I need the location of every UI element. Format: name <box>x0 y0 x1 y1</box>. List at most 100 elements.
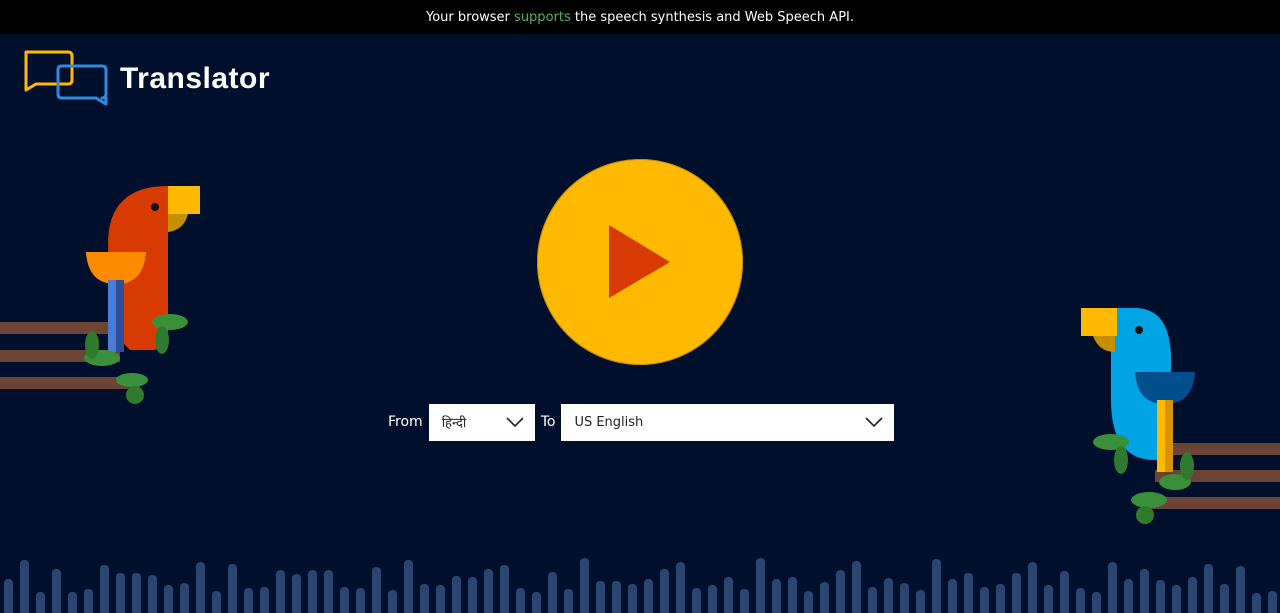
wave-bar <box>1124 579 1133 613</box>
play-button[interactable] <box>537 159 743 365</box>
wave-bar <box>612 581 621 613</box>
wave-bar <box>116 573 125 613</box>
wave-bar <box>420 584 429 613</box>
wave-bar <box>436 585 445 613</box>
wave-bar <box>228 564 237 613</box>
wave-bar <box>868 587 877 613</box>
wave-bar <box>1268 591 1277 613</box>
wave-bar <box>532 592 541 613</box>
wave-bar <box>820 582 829 613</box>
wave-bar <box>372 567 381 613</box>
wave-bar <box>452 576 461 613</box>
blue-parrot-illustration <box>1081 308 1280 524</box>
wave-bar <box>996 584 1005 613</box>
wave-bar <box>1204 564 1213 613</box>
wave-bar <box>100 565 109 613</box>
wave-bar <box>1252 593 1261 613</box>
wave-bar <box>932 559 941 613</box>
chat-bubbles-icon <box>24 50 108 106</box>
wave-bar <box>340 587 349 613</box>
wave-bar <box>148 575 157 613</box>
wave-bar <box>676 562 685 613</box>
app-title: Translator <box>120 62 271 95</box>
banner-suffix: the speech synthesis and Web Speech API. <box>574 9 854 25</box>
wave-bar <box>1156 580 1165 613</box>
wave-bar <box>212 591 221 613</box>
wave-bar <box>132 573 141 613</box>
wave-bar <box>68 592 77 613</box>
wave-bar <box>580 558 589 613</box>
to-label: To <box>540 414 556 430</box>
wave-bar <box>628 584 637 613</box>
wave-bar <box>964 573 973 613</box>
chevron-down-icon <box>506 417 524 428</box>
wave-bar <box>836 570 845 613</box>
wave-bar <box>692 588 701 613</box>
wave-bar <box>52 569 61 613</box>
wave-bar <box>244 588 253 613</box>
wave-bar <box>1188 577 1197 613</box>
from-language-value: हिन्दी <box>441 416 467 431</box>
wave-bar <box>788 577 797 613</box>
wave-bar <box>164 585 173 613</box>
wave-bar <box>724 577 733 613</box>
play-icon <box>609 225 670 298</box>
wave-bar <box>740 589 749 613</box>
red-parrot-illustration <box>0 186 200 404</box>
wave-bar <box>980 587 989 613</box>
wave-bar <box>1012 573 1021 613</box>
wave-bar <box>1044 585 1053 613</box>
wave-bar <box>180 583 189 613</box>
wave-bar <box>708 585 717 613</box>
wave-bar <box>468 577 477 613</box>
wave-bar <box>900 583 909 613</box>
wave-bar <box>500 565 509 613</box>
to-language-value: US English <box>574 414 644 430</box>
wave-bar <box>852 561 861 613</box>
wave-bar <box>916 590 925 613</box>
wave-bar <box>948 579 957 613</box>
wave-bar <box>1172 585 1181 613</box>
support-status: supports <box>514 9 571 25</box>
wave-bar <box>484 569 493 613</box>
wave-bar <box>564 589 573 613</box>
wave-bar <box>660 569 669 613</box>
wave-bar <box>644 579 653 613</box>
language-controls: From हिन्दी To US English <box>388 403 895 441</box>
wave-bar <box>1220 584 1229 613</box>
wave-bar <box>772 579 781 613</box>
wave-bar <box>308 570 317 613</box>
wave-bar <box>1060 571 1069 613</box>
wave-bar <box>1076 588 1085 613</box>
from-label: From <box>388 414 423 430</box>
wave-bar <box>196 562 205 613</box>
wave-bar <box>292 574 301 613</box>
wave-bar <box>548 572 557 613</box>
wave-bar <box>324 570 333 613</box>
wave-bar <box>884 578 893 613</box>
chevron-down-icon <box>865 417 884 428</box>
wave-bar <box>388 590 397 613</box>
wave-bar <box>804 591 813 613</box>
wave-bar <box>356 588 365 613</box>
wave-bar <box>1236 566 1245 613</box>
wave-bar <box>756 558 765 613</box>
banner-prefix: Your browser <box>426 9 510 25</box>
wave-bar <box>20 560 29 613</box>
from-language-select[interactable]: हिन्दी <box>428 403 535 441</box>
wave-bar <box>84 589 93 613</box>
wave-bar <box>276 570 285 613</box>
wave-bar <box>4 579 13 613</box>
wave-bar <box>36 592 45 613</box>
wave-bar <box>516 588 525 613</box>
browser-support-banner: Your browser supports the speech synthes… <box>0 0 1280 34</box>
sound-wave-decoration <box>4 558 1277 613</box>
wave-bar <box>596 581 605 613</box>
wave-bar <box>1108 562 1117 613</box>
to-language-select[interactable]: US English <box>561 403 895 441</box>
wave-bar <box>1092 592 1101 613</box>
wave-bar <box>1140 569 1149 613</box>
wave-bar <box>404 560 413 613</box>
wave-bar <box>1028 562 1037 613</box>
wave-bar <box>260 587 269 613</box>
